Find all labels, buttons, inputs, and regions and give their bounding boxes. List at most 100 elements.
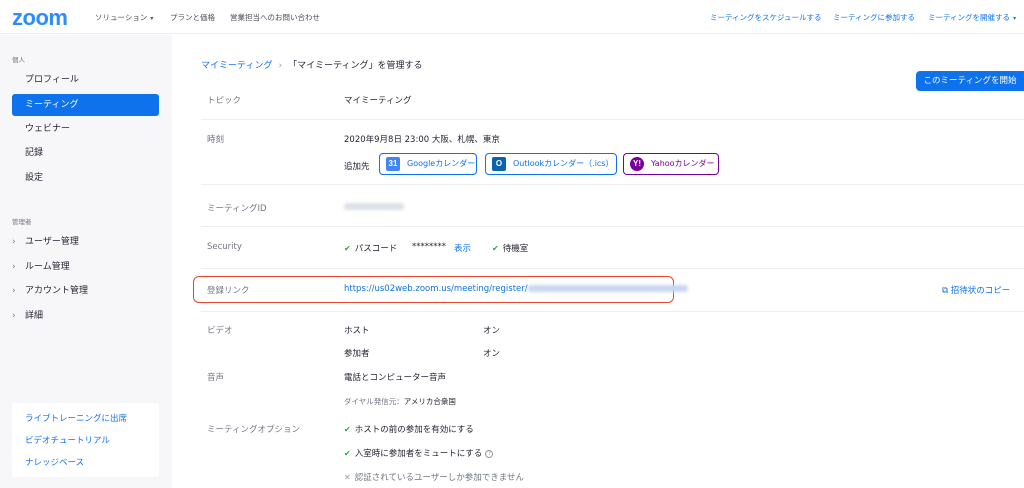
- breadcrumb: マイミーティング › 「マイミーティング」を管理する: [201, 58, 423, 71]
- nav-pricing[interactable]: プランと価格: [170, 12, 215, 23]
- nav-solutions-label: ソリューション: [95, 13, 148, 22]
- topic-label: トピック: [207, 96, 242, 106]
- outlook-calendar-label: Outlookカレンダー（.ics）: [513, 159, 614, 168]
- show-passcode-link[interactable]: 表示: [454, 242, 471, 254]
- check-icon: ✔: [344, 449, 351, 458]
- top-navbar: zoom ソリューション ▾ プランと価格 営業担当へのお問い合わせ ミーティング…: [0, 0, 1024, 34]
- chevron-right-icon: ›: [12, 286, 16, 296]
- nav-host-label: ミーティングを開催する: [928, 13, 1011, 22]
- link-video-tutorials[interactable]: ビデオチュートリアル: [25, 434, 110, 446]
- nav-contact-sales[interactable]: 営業担当へのお問い合わせ: [230, 12, 320, 23]
- google-calendar-icon: 31: [386, 157, 400, 171]
- sidebar-item-room-management[interactable]: › ルーム管理: [12, 256, 159, 278]
- redacted-url-token: [527, 285, 688, 292]
- divider: [201, 184, 1024, 185]
- host-video-label: ホスト: [344, 326, 370, 336]
- host-video-value: オン: [483, 326, 501, 336]
- option-join-before-host: ✔ ホストの前の参加を有効にする: [344, 423, 474, 435]
- chevron-right-icon: ›: [12, 262, 16, 272]
- passcode-value: ********: [412, 242, 446, 252]
- nav-solutions[interactable]: ソリューション ▾: [95, 12, 153, 23]
- yahoo-icon: Y!: [630, 157, 644, 171]
- topic-value: マイミーティング: [344, 96, 412, 106]
- option-mute-on-entry: ✔ 入室時に参加者をミュートにする?: [344, 447, 494, 459]
- participant-video-label: 参加者: [344, 349, 370, 359]
- video-label: ビデオ: [207, 326, 233, 336]
- sidebar-item-meetings[interactable]: ミーティング: [12, 94, 159, 116]
- outlook-calendar-button[interactable]: O Outlookカレンダー（.ics）: [485, 153, 617, 175]
- registration-label: 登録リンク: [207, 286, 250, 296]
- passcode-setting: ✔ パスコード: [344, 242, 397, 254]
- sidebar-item-webinars[interactable]: ウェビナー: [12, 118, 159, 140]
- chevron-down-icon: ▾: [1013, 15, 1017, 22]
- link-knowledge-base[interactable]: ナレッジベース: [25, 456, 84, 468]
- yahoo-calendar-label: Yahooカレンダー: [651, 159, 715, 168]
- sidebar-item-label: ルーム管理: [25, 262, 70, 272]
- option-label: ホストの前の参加を有効にする: [354, 425, 474, 435]
- participant-video-value: オン: [483, 349, 501, 359]
- dial-from: ダイヤル発信元：アメリカ合衆国: [344, 396, 456, 407]
- main-content: マイミーティング › 「マイミーティング」を管理する このミーティングを開始 トピッ…: [172, 35, 1024, 488]
- sidebar-item-account-management[interactable]: › アカウント管理: [12, 280, 159, 302]
- audio-value: 電話とコンピューター音声: [344, 373, 447, 383]
- google-calendar-label: Googleカレンダー: [407, 159, 476, 168]
- copy-invitation-button[interactable]: ⧉ 招待状のコピー: [942, 284, 1010, 296]
- option-label: 認証されているユーザーしか参加できません: [354, 473, 525, 483]
- check-icon: ✔: [344, 425, 351, 434]
- sidebar-section-admin: 管理者: [12, 218, 32, 226]
- sidebar-section-personal: 個人: [12, 56, 25, 64]
- resources-box: ライブトレーニングに出席 ビデオチュートリアル ナレッジベース: [12, 403, 159, 477]
- chevron-right-icon: ›: [12, 311, 16, 321]
- option-label: 入室時に参加者をミュートにする: [354, 449, 483, 459]
- chevron-down-icon: ▾: [150, 15, 154, 22]
- start-meeting-button[interactable]: このミーティングを開始: [916, 71, 1024, 91]
- nav-schedule-meeting[interactable]: ミーティングをスケジュールする: [710, 12, 822, 23]
- sidebar-item-advanced[interactable]: › 詳細: [12, 305, 159, 327]
- breadcrumb-separator: ›: [278, 61, 283, 71]
- yahoo-calendar-button[interactable]: Y! Yahooカレンダー: [623, 153, 719, 175]
- registration-link[interactable]: https://us02web.zoom.us/meeting/register…: [344, 284, 688, 294]
- passcode-label: パスコード: [354, 244, 398, 254]
- divider: [201, 226, 1024, 227]
- breadcrumb-current: 「マイミーティング」を管理する: [288, 61, 423, 71]
- option-authenticated-only: ✕ 認証されているユーザーしか参加できません: [344, 471, 524, 483]
- copy-icon: ⧉: [942, 286, 951, 296]
- divider: [201, 311, 1024, 312]
- sidebar: 個人 プロフィール ミーティング ウェビナー 記録 設定 管理者 › ユーザー管理…: [0, 35, 172, 488]
- time-value: 2020年9月8日 23:00 大阪、札幌、東京: [344, 135, 500, 145]
- audio-label: 音声: [207, 373, 225, 383]
- security-label: Security: [207, 242, 242, 252]
- dial-from-label: ダイヤル発信元：: [344, 397, 404, 406]
- redacted-meeting-id: [344, 203, 404, 210]
- time-label: 時刻: [207, 135, 225, 145]
- meeting-id-label: ミーティングID: [207, 204, 267, 214]
- x-icon: ✕: [344, 473, 351, 482]
- chevron-right-icon: ›: [12, 237, 16, 247]
- breadcrumb-my-meetings[interactable]: マイミーティング: [201, 61, 272, 71]
- sidebar-item-settings[interactable]: 設定: [12, 167, 159, 189]
- meeting-id-value: [344, 202, 404, 212]
- sidebar-item-label: 詳細: [25, 311, 44, 321]
- help-icon[interactable]: ?: [485, 449, 494, 458]
- waiting-room-label: 待機室: [502, 244, 529, 254]
- divider: [201, 268, 1024, 269]
- sidebar-item-user-management[interactable]: › ユーザー管理: [12, 231, 159, 253]
- google-calendar-button[interactable]: 31 Googleカレンダー: [379, 153, 477, 175]
- sidebar-item-label: ユーザー管理: [25, 237, 79, 247]
- nav-join-meeting[interactable]: ミーティングに参加する: [833, 12, 915, 23]
- sidebar-item-recordings[interactable]: 記録: [12, 142, 159, 164]
- registration-url: https://us02web.zoom.us/meeting/register…: [344, 284, 528, 294]
- zoom-logo[interactable]: zoom: [12, 5, 68, 31]
- outlook-icon: O: [492, 157, 506, 171]
- sidebar-item-profile[interactable]: プロフィール: [12, 69, 159, 91]
- divider: [201, 119, 1024, 120]
- dial-from-value: アメリカ合衆国: [403, 397, 456, 406]
- nav-host-meeting[interactable]: ミーティングを開催する ▾: [928, 12, 1016, 23]
- sidebar-item-label: アカウント管理: [25, 286, 89, 296]
- meeting-options-label: ミーティングオプション: [207, 425, 300, 435]
- check-icon: ✔: [492, 244, 499, 253]
- copy-invitation-label: 招待状のコピー: [950, 286, 1011, 296]
- link-live-training[interactable]: ライブトレーニングに出席: [25, 412, 127, 424]
- add-to-label: 追加先: [344, 162, 370, 172]
- waiting-room-setting: ✔ 待機室: [492, 242, 528, 254]
